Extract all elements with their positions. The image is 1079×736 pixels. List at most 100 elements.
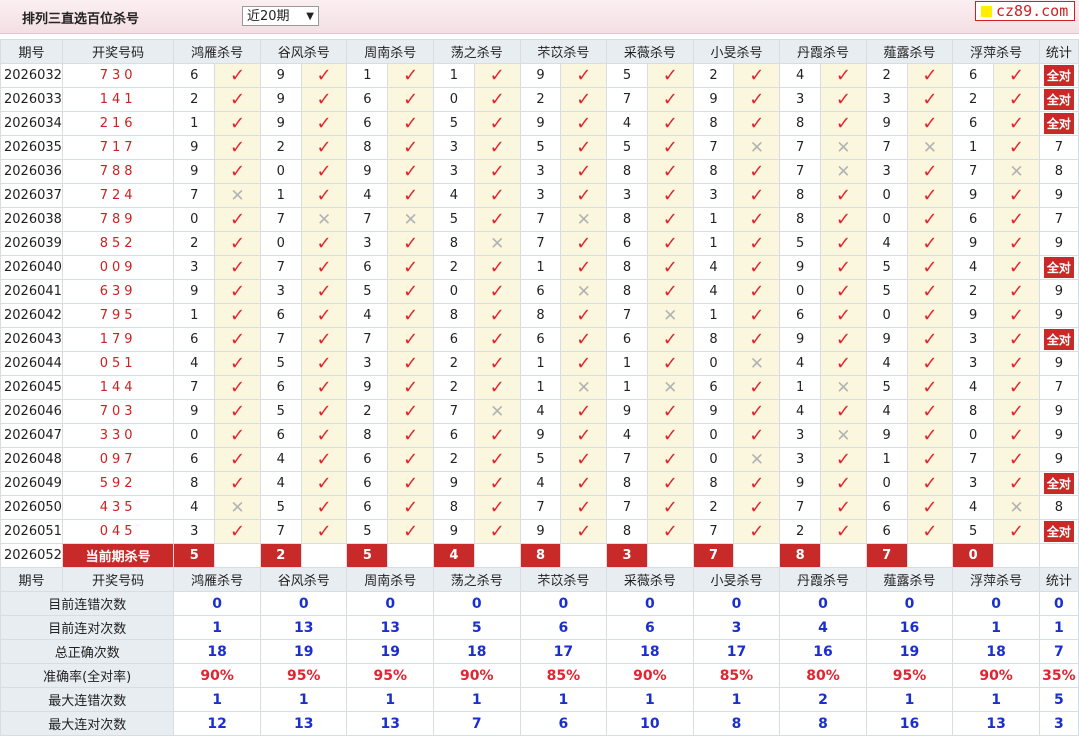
stats-value: 13	[346, 615, 435, 640]
stats-label: 最大连错次数	[0, 687, 175, 712]
column-header-expert[interactable]: 小旻杀号	[692, 39, 781, 64]
check-icon: ✓	[316, 232, 332, 254]
check-icon: ✓	[749, 400, 765, 422]
check-icon: ✓	[835, 472, 851, 494]
column-header-expert[interactable]: 采薇杀号	[606, 39, 694, 64]
kill-number-cell: 7	[606, 495, 648, 520]
column-header-expert[interactable]: 荡之杀号	[433, 39, 521, 64]
stats-value: 0	[173, 591, 261, 616]
kill-number-cell: 0	[173, 423, 216, 448]
kill-number-cell: 9	[519, 423, 562, 448]
kill-number-cell: 0	[692, 423, 735, 448]
column-header-repeat-expert[interactable]: 荡之杀号	[433, 567, 521, 592]
current-stat-blank	[1038, 543, 1079, 568]
stat-cell: 全对	[1038, 471, 1079, 496]
check-icon: ✓	[576, 400, 592, 422]
column-header-repeat-expert[interactable]: 谷风杀号	[259, 567, 348, 592]
check-icon: ✓	[489, 256, 505, 278]
check-icon: ✓	[230, 400, 246, 422]
check-icon: ✓	[489, 88, 505, 110]
stats-value: 95%	[259, 663, 348, 688]
column-header-expert[interactable]: 鸿雁杀号	[173, 39, 261, 64]
result-cell: ✓	[646, 183, 694, 208]
result-cell: ✕	[300, 207, 348, 232]
result-cell: ✓	[733, 303, 781, 328]
kill-number-cell: 4	[606, 423, 648, 448]
site-logo[interactable]: cz89.com	[975, 1, 1075, 21]
column-header-repeat-expert[interactable]: 鸿雁杀号	[173, 567, 261, 592]
stat-cell: 全对	[1038, 87, 1079, 112]
check-icon: ✓	[403, 88, 419, 110]
check-icon: ✓	[316, 496, 332, 518]
result-cell: ✓	[733, 375, 781, 400]
stats-value: 0	[952, 591, 1040, 616]
result-cell: ✓	[906, 423, 954, 448]
result-cell: ✓	[214, 399, 261, 424]
column-header-repeat-expert[interactable]: 丹霞杀号	[779, 567, 867, 592]
result-cell: ✓	[906, 111, 954, 136]
cross-icon: ✕	[230, 497, 245, 518]
kill-number-cell: 8	[692, 159, 735, 184]
table-row: 2026038 789 0 ✓ 7 ✕ 7 ✕ 5 ✓ 7 ✕ 8 ✓ 1 ✓ 8 ✓ 0 ✓ 6 ✓ 7	[0, 207, 1079, 232]
column-header-repeat-expert[interactable]: 薤露杀号	[865, 567, 954, 592]
column-header-expert[interactable]: 丹霞杀号	[779, 39, 867, 64]
result-cell: ✓	[387, 447, 435, 472]
current-kill-blank	[993, 543, 1040, 568]
period-select[interactable]: 近20期 ▼	[242, 6, 319, 26]
kill-number-cell: 9	[173, 399, 216, 424]
result-cell: ✓	[819, 447, 867, 472]
table-row: 2026047 330 0 ✓ 6 ✓ 8 ✓ 6 ✓ 9 ✓ 4 ✓ 0 ✓ 3 ✕ 9 ✓ 0 ✓ 9	[0, 423, 1079, 448]
table-row: 2026032 730 6 ✓ 9 ✓ 1 ✓ 1 ✓ 9 ✓ 5 ✓ 2 ✓ 4 ✓ 2 ✓ 6 ✓ 全对	[0, 63, 1079, 88]
stats-label: 最大连对次数	[0, 711, 175, 736]
check-icon: ✓	[316, 472, 332, 494]
result-cell: ✓	[646, 471, 694, 496]
check-icon: ✓	[922, 496, 938, 518]
check-icon: ✓	[403, 232, 419, 254]
result-cell: ✓	[819, 207, 867, 232]
column-header-repeat-expert[interactable]: 浮萍杀号	[952, 567, 1040, 592]
check-icon: ✓	[835, 496, 851, 518]
stats-value: 90%	[952, 663, 1040, 688]
kill-number-cell: 6	[346, 111, 389, 136]
kill-number-cell: 6	[952, 63, 995, 88]
column-header-expert[interactable]: 芣苡杀号	[519, 39, 608, 64]
check-icon: ✓	[1008, 448, 1025, 470]
check-icon: ✓	[1008, 352, 1025, 374]
column-header-expert[interactable]: 周南杀号	[346, 39, 435, 64]
result-cell: ✓	[473, 447, 521, 472]
column-header-repeat-expert[interactable]: 小旻杀号	[692, 567, 781, 592]
column-header-expert[interactable]: 薤露杀号	[865, 39, 954, 64]
kill-number-cell: 8	[433, 231, 475, 256]
result-cell: ✓	[300, 519, 348, 544]
column-header-repeat-expert[interactable]: 芣苡杀号	[519, 567, 608, 592]
result-cell: ✕	[387, 207, 435, 232]
check-icon: ✓	[403, 400, 419, 422]
result-cell: ✓	[300, 111, 348, 136]
result-cell: ✓	[906, 327, 954, 352]
result-cell: ✓	[387, 135, 435, 160]
cross-icon: ✕	[663, 377, 678, 398]
kill-number-cell: 0	[259, 231, 302, 256]
result-cell: ✓	[560, 351, 608, 376]
kill-number-cell: 8	[692, 471, 735, 496]
kill-number-cell: 9	[692, 87, 735, 112]
open-number-cell: 051	[61, 351, 175, 376]
current-kill-number: 3	[606, 543, 648, 568]
kill-number-cell: 7	[519, 207, 562, 232]
check-icon: ✓	[403, 424, 419, 446]
current-kill-blank	[733, 543, 781, 568]
kill-number-cell: 9	[173, 159, 216, 184]
column-header-repeat-expert[interactable]: 周南杀号	[346, 567, 435, 592]
kill-number-cell: 6	[346, 447, 389, 472]
stats-value: 4	[779, 615, 867, 640]
kill-number-cell: 5	[519, 447, 562, 472]
kill-number-cell: 3	[779, 447, 821, 472]
result-cell: ✓	[646, 135, 694, 160]
column-header-repeat-expert[interactable]: 采薇杀号	[606, 567, 694, 592]
check-icon: ✓	[922, 352, 938, 374]
column-header-expert[interactable]: 浮萍杀号	[952, 39, 1040, 64]
check-icon: ✓	[922, 400, 938, 422]
open-number-cell: 097	[61, 447, 175, 472]
kill-number-cell: 0	[865, 183, 908, 208]
column-header-expert[interactable]: 谷风杀号	[259, 39, 348, 64]
